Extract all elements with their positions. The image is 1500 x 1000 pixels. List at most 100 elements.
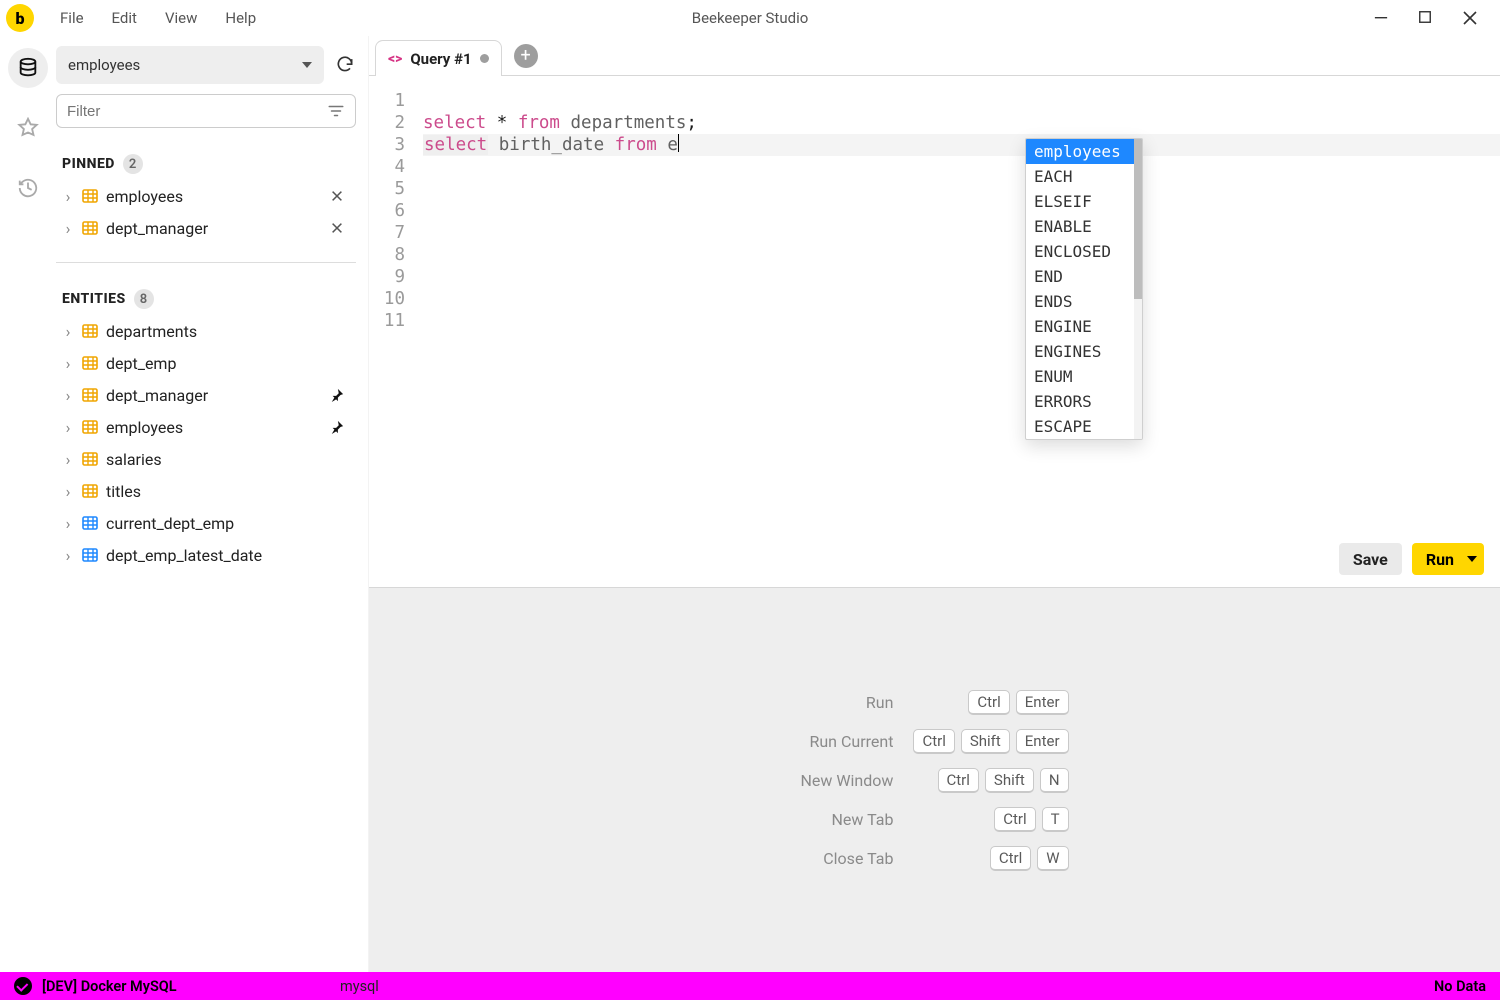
window-close-icon[interactable]: [1462, 10, 1482, 26]
save-button[interactable]: Save: [1339, 543, 1402, 575]
autocomplete-item[interactable]: END: [1026, 264, 1142, 289]
results-placeholder: RunCtrlEnterRun CurrentCtrlShiftEnterNew…: [369, 588, 1500, 972]
chevron-right-icon: ›: [62, 418, 74, 437]
key: Ctrl: [968, 690, 1009, 715]
key: T: [1042, 807, 1069, 832]
tree-item-label: titles: [106, 482, 350, 501]
table-icon: [82, 451, 98, 467]
rail-favorites-icon[interactable]: [8, 108, 48, 148]
tree-item-salaries[interactable]: ›salaries: [56, 443, 356, 475]
window-maximize-icon[interactable]: [1418, 10, 1438, 26]
tok: ;: [686, 113, 697, 133]
menu-help[interactable]: Help: [211, 5, 270, 31]
unpin-icon[interactable]: [330, 221, 350, 235]
editor-content[interactable]: select * from departments; select birth_…: [423, 76, 1500, 178]
key: W: [1037, 846, 1068, 871]
autocomplete-scrollbar[interactable]: [1134, 139, 1142, 439]
autocomplete-item[interactable]: ENABLE: [1026, 214, 1142, 239]
sidebar: employees PINNED 2 ›employees›dept_manag…: [56, 36, 368, 972]
key: Enter: [1016, 729, 1069, 754]
filter-options-icon[interactable]: [327, 102, 345, 120]
autocomplete-item[interactable]: ERRORS: [1026, 389, 1142, 414]
chevron-right-icon: ›: [62, 450, 74, 469]
tree-item-current_dept_emp[interactable]: ›current_dept_emp: [56, 507, 356, 539]
chevron-right-icon: ›: [62, 482, 74, 501]
key: Shift: [961, 729, 1010, 754]
kw: from: [615, 135, 657, 155]
chevron-right-icon: ›: [62, 219, 74, 238]
tree-item-dept_emp_latest_date[interactable]: ›dept_emp_latest_date: [56, 539, 356, 571]
autocomplete-item[interactable]: ENGINE: [1026, 314, 1142, 339]
autocomplete-item[interactable]: ENGINES: [1026, 339, 1142, 364]
menu-view[interactable]: View: [151, 5, 211, 31]
tree-item-dept_manager[interactable]: › dept_manager: [56, 212, 356, 244]
tree-item-label: dept_emp: [106, 354, 350, 373]
unpin-icon[interactable]: [330, 189, 350, 203]
key: Ctrl: [994, 807, 1035, 832]
app-logo: b: [6, 4, 34, 32]
chevron-down-icon: [302, 62, 312, 68]
table-icon: [82, 483, 98, 499]
chevron-down-icon: [1467, 556, 1477, 562]
shortcut-label: Close Tab: [823, 849, 895, 868]
database-select[interactable]: employees: [56, 46, 324, 84]
tree-item-dept_manager[interactable]: ›dept_manager: [56, 379, 356, 411]
entity-filter-input[interactable]: [67, 103, 327, 120]
status-connection[interactable]: [DEV] Docker MySQL: [42, 978, 177, 995]
tab-dirty-indicator-icon: [480, 54, 489, 63]
run-dropdown-button[interactable]: [1460, 543, 1484, 575]
shortcut-keys: Ctrl T: [994, 807, 1068, 832]
editor-gutter: 1234567891011: [369, 90, 413, 332]
tab-query-1[interactable]: <> Query #1: [375, 40, 502, 76]
key: Ctrl: [990, 846, 1031, 871]
editor-tabs: <> Query #1 +: [369, 36, 1500, 76]
autocomplete-item[interactable]: ELSEIF: [1026, 189, 1142, 214]
tok: *: [486, 113, 518, 133]
chevron-right-icon: ›: [62, 322, 74, 341]
autocomplete-item[interactable]: ESCAPE: [1026, 414, 1142, 439]
refresh-button[interactable]: [334, 54, 356, 76]
autocomplete-item[interactable]: ENUM: [1026, 364, 1142, 389]
autocomplete-item[interactable]: EACH: [1026, 164, 1142, 189]
tree-item-employees[interactable]: ›employees: [56, 180, 356, 212]
window-controls: [1374, 10, 1500, 26]
tree-item-employees[interactable]: › employees: [56, 411, 356, 443]
tree-item-label: dept_manager: [106, 219, 322, 238]
section-pinned-label: PINNED: [62, 156, 115, 172]
table-icon: [82, 387, 98, 403]
rail-database-icon[interactable]: [8, 48, 48, 88]
shortcut-keys: CtrlW: [990, 846, 1069, 871]
chevron-right-icon: ›: [62, 386, 74, 405]
menu-file[interactable]: File: [46, 5, 98, 31]
tree-item-label: employees: [106, 418, 322, 437]
autocomplete-item[interactable]: ENCLOSED: [1026, 239, 1142, 264]
key: Enter: [1016, 690, 1069, 715]
menu-edit[interactable]: Edit: [98, 5, 151, 31]
titlebar: b File Edit View Help Beekeeper Studio: [0, 0, 1500, 36]
database-select-value: employees: [68, 56, 140, 74]
ident: e: [657, 135, 678, 155]
autocomplete-popup[interactable]: employeesEACHELSEIFENABLEENCLOSEDENDENDS…: [1025, 138, 1143, 440]
autocomplete-item[interactable]: ENDS: [1026, 289, 1142, 314]
sql-editor[interactable]: 1234567891011 select * from departments;…: [369, 76, 1500, 531]
entity-filter[interactable]: [56, 94, 356, 128]
tree-item-dept_emp[interactable]: ›dept_emp: [56, 347, 356, 379]
pinned-icon[interactable]: [330, 420, 350, 434]
tab-label: Query #1: [410, 50, 471, 68]
entities-list: ›departments›dept_emp›dept_manager›emplo…: [56, 315, 356, 571]
autocomplete-item[interactable]: employees: [1026, 139, 1142, 164]
rail-history-icon[interactable]: [8, 168, 48, 208]
tree-item-departments[interactable]: ›departments: [56, 315, 356, 347]
shortcut-keys: Ctrl ShiftEnter: [913, 729, 1068, 754]
view-icon: [82, 547, 98, 563]
chevron-right-icon: ›: [62, 546, 74, 565]
new-tab-button[interactable]: +: [514, 44, 538, 68]
editor-pane: <> Query #1 + 1234567891011 select * fro…: [368, 36, 1500, 972]
pinned-icon[interactable]: [330, 388, 350, 402]
text-cursor-icon: [678, 134, 679, 152]
code-icon: <>: [388, 51, 402, 67]
shortcut-keys: CtrlShiftN: [938, 768, 1069, 793]
window-minimize-icon[interactable]: [1374, 10, 1394, 26]
tree-item-titles[interactable]: › titles: [56, 475, 356, 507]
key: Ctrl: [913, 729, 954, 754]
